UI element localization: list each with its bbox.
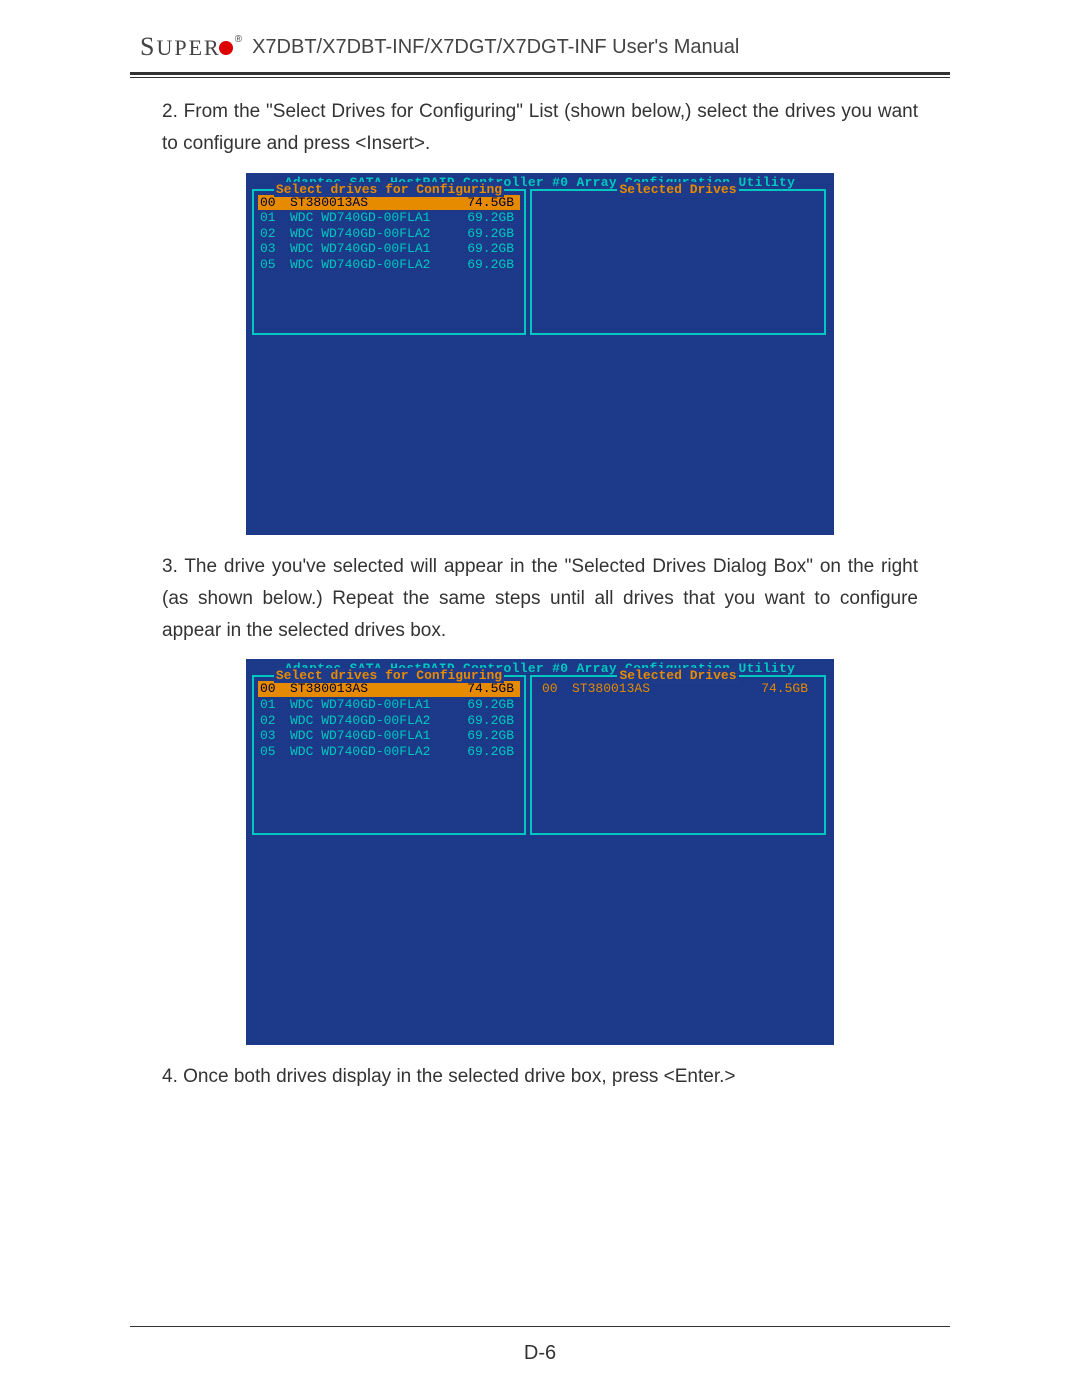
drive-row[interactable]: 05WDC WD740GD-00FLA269.2GB xyxy=(258,257,520,273)
logo-dot-icon xyxy=(219,41,233,55)
select-drives-panel-title: Select drives for Configuring xyxy=(254,182,524,198)
page-header: SUPER ® X7DBT/X7DBT-INF/X7DGT/X7DGT-INF U… xyxy=(0,0,1080,68)
paragraph-4: 4. Once both drives display in the selec… xyxy=(162,1061,918,1093)
page-number: D-6 xyxy=(0,1342,1080,1365)
logo-text: SUPER xyxy=(140,32,221,62)
paragraph-2: 2. From the "Select Drives for Configuri… xyxy=(162,96,918,161)
selected-drives-panel: Selected Drives 00ST380013AS74.5GB xyxy=(530,675,826,835)
select-drives-panel: Select drives for Configuring 00ST380013… xyxy=(252,189,526,335)
drive-row[interactable]: 03WDC WD740GD-00FLA169.2GB xyxy=(258,728,520,744)
registered-mark: ® xyxy=(235,34,242,45)
header-title: X7DBT/X7DBT-INF/X7DGT/X7DGT-INF User's M… xyxy=(252,36,739,59)
bios-screenshot-1: Adaptec SATA HostRAID Controller #0 Arra… xyxy=(246,173,834,535)
footer-rule xyxy=(130,1326,950,1327)
drive-row[interactable]: 05WDC WD740GD-00FLA269.2GB xyxy=(258,744,520,760)
drive-row[interactable]: 02WDC WD740GD-00FLA269.2GB xyxy=(258,226,520,242)
bios-screenshot-2: Adaptec SATA HostRAID Controller #0 Arra… xyxy=(246,659,834,1045)
selected-drives-panel-title: Selected Drives xyxy=(532,182,824,198)
drive-row[interactable]: 02WDC WD740GD-00FLA269.2GB xyxy=(258,713,520,729)
drive-row[interactable]: 03WDC WD740GD-00FLA169.2GB xyxy=(258,241,520,257)
drive-row[interactable]: 01WDC WD740GD-00FLA169.2GB xyxy=(258,697,520,713)
selected-drives-panel: Selected Drives xyxy=(530,189,826,335)
paragraph-3: 3. The drive you've selected will appear… xyxy=(162,551,918,648)
header-rule xyxy=(130,72,950,78)
drive-list: 00ST380013AS74.5GB01WDC WD740GD-00FLA169… xyxy=(254,191,524,277)
select-drives-panel: Select drives for Configuring 00ST380013… xyxy=(252,675,526,835)
select-drives-panel-title: Select drives for Configuring xyxy=(254,668,524,684)
selected-drives-panel-title: Selected Drives xyxy=(532,668,824,684)
drive-list: 00ST380013AS74.5GB01WDC WD740GD-00FLA169… xyxy=(254,677,524,763)
drive-row[interactable]: 01WDC WD740GD-00FLA169.2GB xyxy=(258,210,520,226)
